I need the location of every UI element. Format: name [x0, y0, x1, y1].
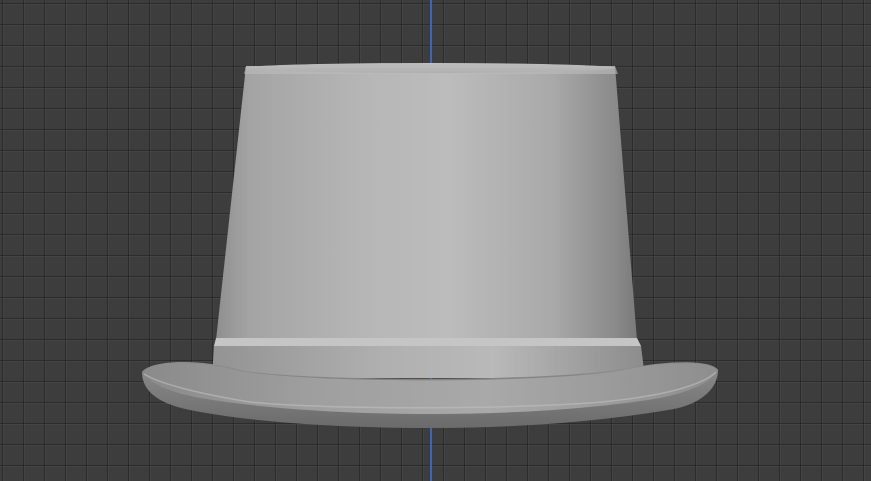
- hat-band: [212, 338, 645, 378]
- top-hat-model[interactable]: [0, 0, 871, 481]
- 3d-viewport[interactable]: [0, 0, 871, 481]
- hat-crown: [216, 63, 637, 340]
